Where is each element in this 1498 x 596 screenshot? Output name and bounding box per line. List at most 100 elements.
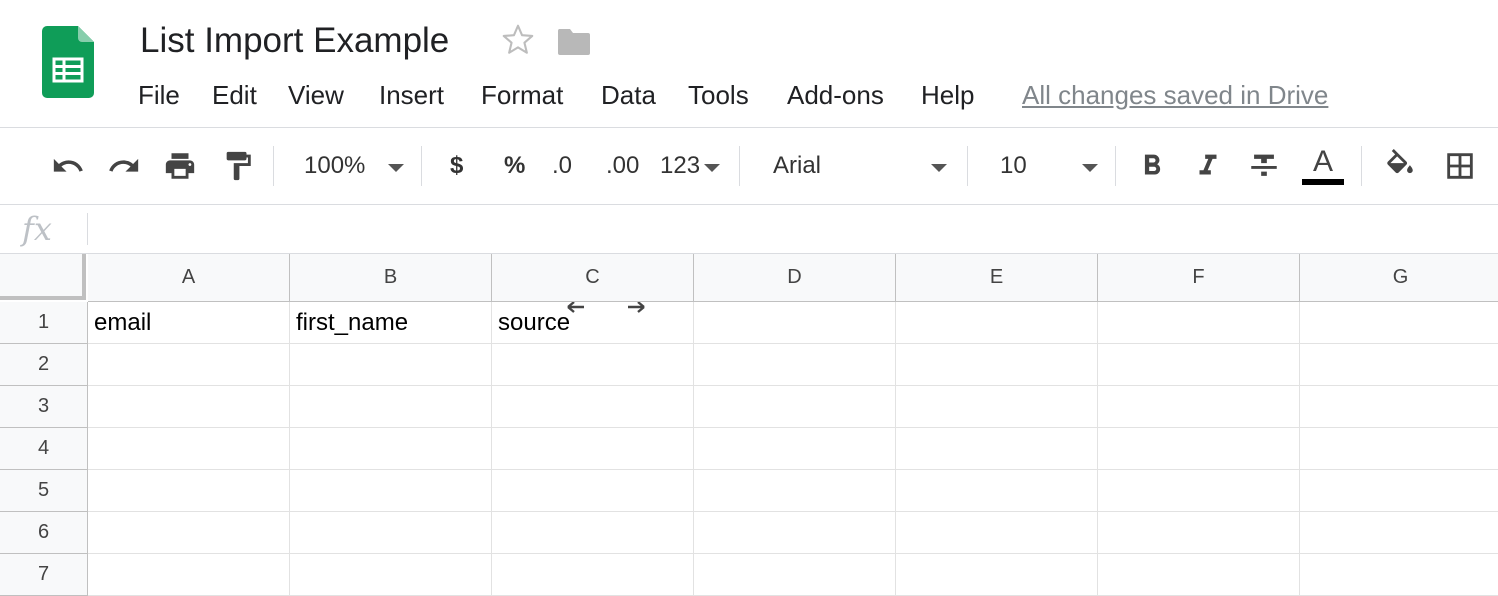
row-header-2[interactable]: 2 [0,344,88,386]
cell-e7[interactable] [896,554,1098,596]
save-status-link[interactable]: All changes saved in Drive [1022,78,1328,112]
row-header-3[interactable]: 3 [0,386,88,428]
row-header-4[interactable]: 4 [0,428,88,470]
row-header-7[interactable]: 7 [0,554,88,596]
cell-a5[interactable] [88,470,290,512]
menu-data[interactable]: Data [601,78,656,112]
column-header-g[interactable]: G [1300,254,1498,302]
document-title[interactable]: List Import Example [140,20,449,62]
column-header-f[interactable]: F [1098,254,1300,302]
cell-f3[interactable] [1098,386,1300,428]
text-color-button[interactable]: A [1302,147,1344,185]
cell-d7[interactable] [694,554,896,596]
cell-e4[interactable] [896,428,1098,470]
cell-a2[interactable] [88,344,290,386]
cell-g3[interactable] [1300,386,1498,428]
cell-b5[interactable] [290,470,492,512]
undo-button[interactable] [48,147,88,185]
cell-b3[interactable] [290,386,492,428]
cell-b6[interactable] [290,512,492,554]
cell-c6[interactable] [492,512,694,554]
row-header-1[interactable]: 1 [0,302,88,344]
cell-c2[interactable] [492,344,694,386]
cell-f6[interactable] [1098,512,1300,554]
cell-a6[interactable] [88,512,290,554]
more-formats-caret-icon[interactable] [704,164,720,172]
column-header-a[interactable]: A [88,254,290,302]
cell-b4[interactable] [290,428,492,470]
decrease-decimal-button[interactable]: .0 [552,148,572,184]
cell-c5[interactable] [492,470,694,512]
cell-g2[interactable] [1300,344,1498,386]
menu-file[interactable]: File [138,78,180,112]
italic-button[interactable] [1188,147,1228,185]
cell-d6[interactable] [694,512,896,554]
cell-f1[interactable] [1098,302,1300,344]
cell-e6[interactable] [896,512,1098,554]
format-currency-button[interactable]: $ [450,148,463,184]
cell-f4[interactable] [1098,428,1300,470]
column-header-c[interactable]: C [492,254,694,302]
borders-button[interactable] [1440,147,1480,185]
cell-b1[interactable]: first_name [290,302,492,344]
more-formats-button[interactable]: 123 [660,148,700,184]
menu-help[interactable]: Help [921,78,974,112]
column-header-d[interactable]: D [694,254,896,302]
cell-a1[interactable]: email [88,302,290,344]
cell-d3[interactable] [694,386,896,428]
strikethrough-button[interactable] [1244,147,1284,185]
menu-insert[interactable]: Insert [379,78,444,112]
cell-f7[interactable] [1098,554,1300,596]
cell-g4[interactable] [1300,428,1498,470]
bold-button[interactable] [1132,147,1172,185]
formula-input[interactable] [96,205,1486,253]
cell-c7[interactable] [492,554,694,596]
menu-format[interactable]: Format [481,78,563,112]
cell-b7[interactable] [290,554,492,596]
row-header-6[interactable]: 6 [0,512,88,554]
cell-f5[interactable] [1098,470,1300,512]
font-size-select[interactable]: 10 [1000,148,1027,184]
cell-c1[interactable]: source [492,302,694,344]
cell-g1[interactable] [1300,302,1498,344]
column-header-b[interactable]: B [290,254,492,302]
cell-d2[interactable] [694,344,896,386]
cell-c4[interactable] [492,428,694,470]
cell-e5[interactable] [896,470,1098,512]
font-family-caret-icon[interactable] [931,164,947,172]
cell-e1[interactable] [896,302,1098,344]
column-header-e[interactable]: E [896,254,1098,302]
star-outline-icon[interactable] [500,22,536,58]
cell-a3[interactable] [88,386,290,428]
cell-e3[interactable] [896,386,1098,428]
zoom-caret-icon[interactable] [388,164,404,172]
cell-c3[interactable] [492,386,694,428]
format-percent-button[interactable]: % [504,148,525,184]
menu-add-ons[interactable]: Add-ons [787,78,884,112]
cell-e2[interactable] [896,344,1098,386]
zoom-select[interactable]: 100% [304,148,365,184]
menu-edit[interactable]: Edit [212,78,257,112]
folder-icon[interactable] [557,26,591,56]
print-button[interactable] [160,147,200,185]
cell-d5[interactable] [694,470,896,512]
menu-tools[interactable]: Tools [688,78,749,112]
cell-g7[interactable] [1300,554,1498,596]
cell-d4[interactable] [694,428,896,470]
cell-d1[interactable] [694,302,896,344]
select-all-corner[interactable] [0,254,86,300]
cell-a7[interactable] [88,554,290,596]
menu-view[interactable]: View [288,78,344,112]
redo-button[interactable] [104,147,144,185]
increase-decimal-button[interactable]: .00 [606,148,639,184]
cell-a4[interactable] [88,428,290,470]
cell-f2[interactable] [1098,344,1300,386]
cell-b2[interactable] [290,344,492,386]
font-size-caret-icon[interactable] [1082,164,1098,172]
paint-format-button[interactable] [218,147,258,185]
fill-color-button[interactable] [1380,147,1420,185]
font-family-select[interactable]: Arial [773,148,821,184]
cell-g5[interactable] [1300,470,1498,512]
google-sheets-logo[interactable] [42,26,94,98]
row-header-5[interactable]: 5 [0,470,88,512]
